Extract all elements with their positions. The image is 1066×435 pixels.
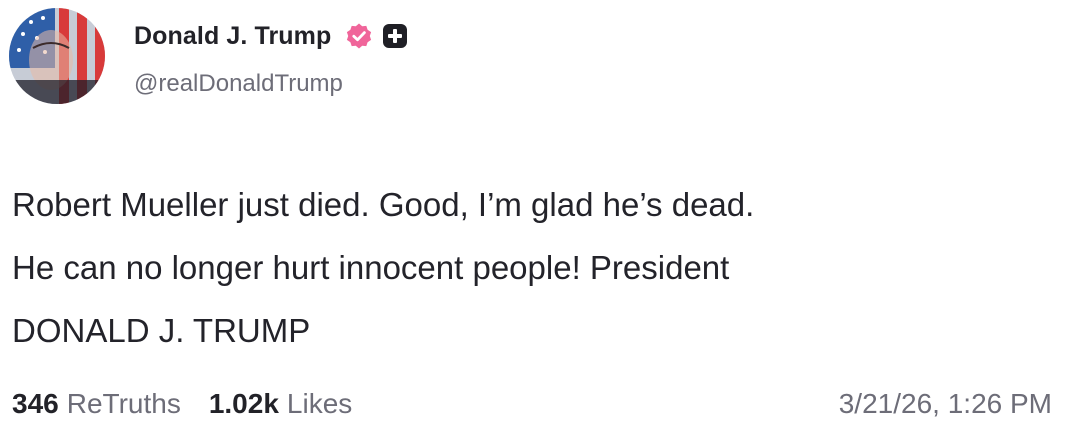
- author-handle[interactable]: @realDonaldTrump: [134, 70, 343, 98]
- post-timestamp[interactable]: 3/21/26, 1:26 PM: [839, 388, 1052, 420]
- author-name-row: Donald J. Trump: [134, 18, 409, 54]
- likes-label[interactable]: Likes: [287, 388, 352, 420]
- plus-square-icon: [381, 22, 409, 50]
- avatar-image: [9, 8, 105, 104]
- post-stats: 346 ReTruths 1.02k Likes: [12, 388, 352, 420]
- avatar[interactable]: [9, 8, 105, 104]
- post-body-text: Robert Mueller just died. Good, I’m glad…: [12, 186, 755, 349]
- retruths-count[interactable]: 346: [12, 388, 59, 420]
- author-display-name[interactable]: Donald J. Trump: [134, 22, 331, 51]
- verified-check-icon: [345, 22, 373, 50]
- social-post: Donald J. Trump @realDonaldTrump Robert …: [0, 0, 1066, 435]
- retruths-label[interactable]: ReTruths: [67, 388, 181, 420]
- likes-count[interactable]: 1.02k: [209, 388, 279, 420]
